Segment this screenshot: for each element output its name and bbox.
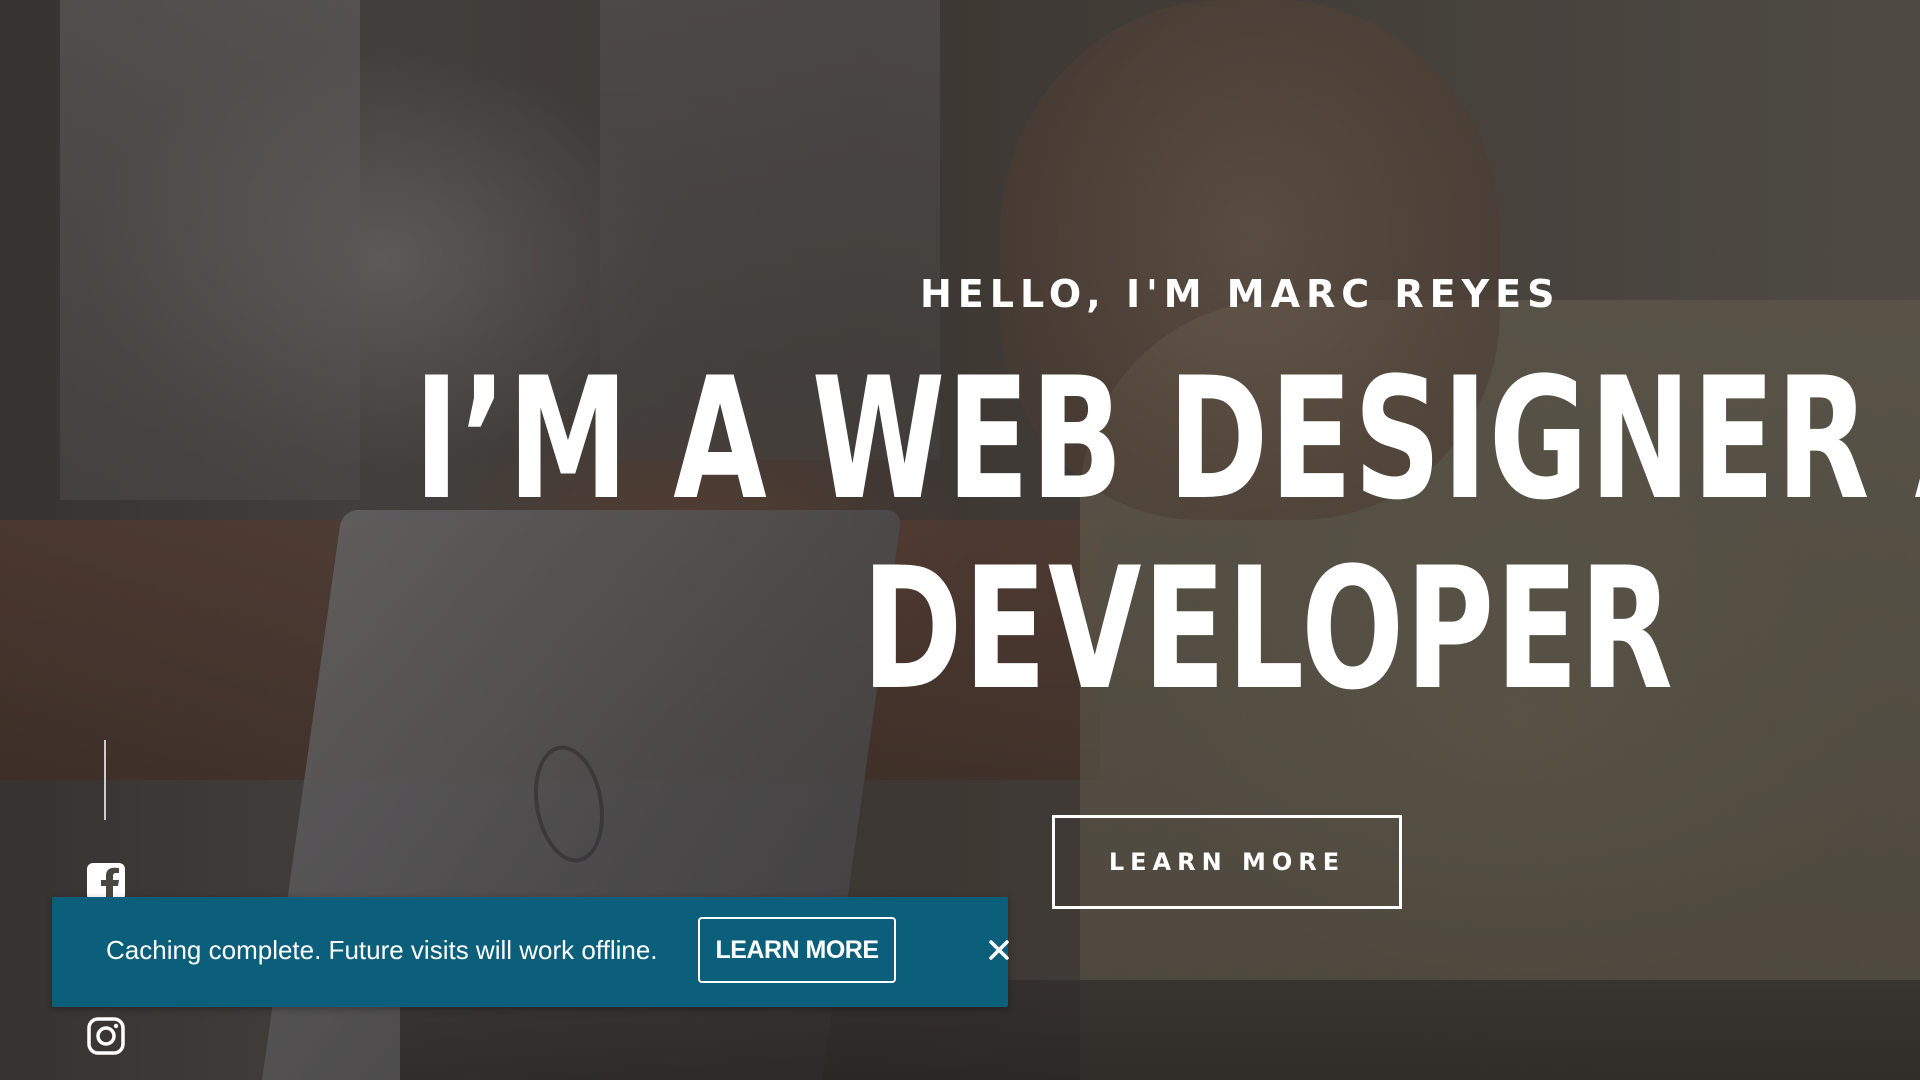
hero-headline-line-1: I’M A WEB DESIGNER AND [414,341,1920,537]
hero-learn-more-button[interactable]: LEARN MORE [1052,815,1402,909]
instagram-icon[interactable] [86,1016,126,1056]
hero-headline-line-2: DEVELOPER [862,531,1675,727]
offline-cache-toast: Caching complete. Future visits will wor… [52,897,1009,1007]
close-icon[interactable] [982,933,1016,967]
hero-greeting: HELLO, I'M MARC REYES [920,272,1561,316]
rail-divider-line [104,740,106,820]
facebook-icon[interactable] [86,862,126,902]
toast-learn-more-button[interactable]: LEARN MORE [698,917,896,983]
toast-message: Caching complete. Future visits will wor… [106,935,658,965]
